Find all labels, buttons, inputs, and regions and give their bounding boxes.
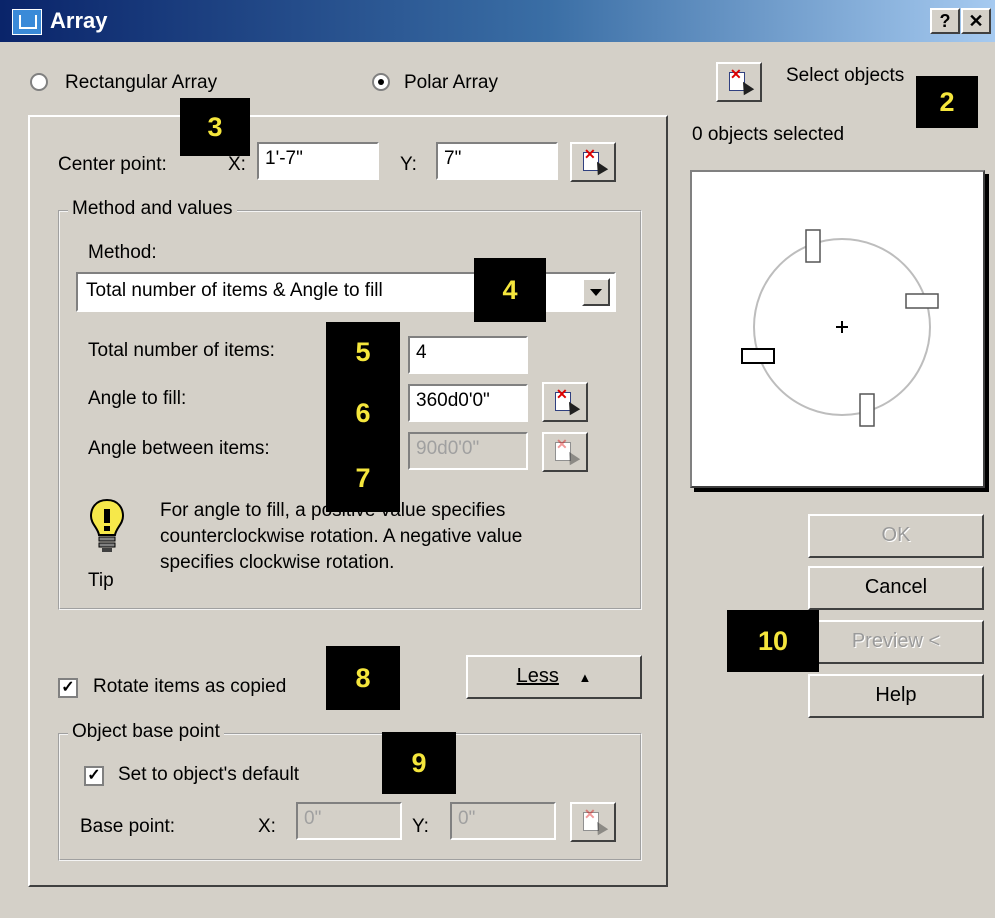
polar-array-preview-graphic [741,229,939,427]
help-button[interactable]: Help [808,674,984,718]
callout-badge-4: 4 [474,258,546,322]
pick-x-icon: ✕ [730,66,742,82]
center-y-label: Y: [400,154,417,175]
less-button[interactable]: Less ▲ [466,655,642,699]
callout-badge-8: 8 [326,646,400,710]
object-base-point-title: Object base point [68,721,224,743]
set-default-checkbox[interactable]: ✓ [84,766,104,786]
window-title: Array [50,8,108,33]
method-select-value: Total number of items & Angle to fill [86,280,383,301]
polar-array-radio[interactable] [372,73,390,91]
center-point-label: Center point: [58,154,167,175]
callout-badge-2: 2 [916,76,978,128]
base-point-label: Base point: [80,816,176,837]
tip-label: Tip [88,570,114,591]
objects-selected-count: 0 objects selected [692,124,845,145]
rectangular-array-radio[interactable] [30,73,48,91]
pick-angle-to-fill-button[interactable]: ✕ [542,382,588,422]
base-y-label: Y: [412,816,429,837]
polar-array-label[interactable]: Polar Array [404,72,498,94]
rectangular-array-label[interactable]: Rectangular Array [65,72,217,94]
close-title-button[interactable]: ✕ [961,8,991,34]
callout-badge-10: 10 [727,610,819,672]
ok-button: OK [808,514,984,558]
object-base-point-group [58,733,642,861]
angle-to-fill-input[interactable]: 360d0'0" [408,384,528,422]
callout-badge-5: 5 [326,322,400,382]
rotate-items-label[interactable]: Rotate items as copied [93,676,286,698]
tip-text-line-3: specifies clockwise rotation. [160,552,395,573]
array-app-icon [12,9,42,35]
pick-angle-between-button: ✕ [542,432,588,472]
base-x-label: X: [258,816,276,837]
callout-badge-6: 6 [326,382,400,444]
less-label: Less [516,665,559,687]
help-title-button[interactable]: ? [930,8,960,34]
angle-between-label: Angle between items: [88,438,270,459]
preview-button: Preview < [808,620,984,664]
pick-center-point-button[interactable]: ✕ [570,142,616,182]
method-label: Method: [88,242,157,263]
total-items-input[interactable]: 4 [408,336,528,374]
callout-badge-7: 7 [326,444,400,512]
pick-x-icon: ✕ [556,436,568,452]
select-objects-label: Select objects [786,65,905,86]
center-y-input[interactable]: 7" [436,142,558,180]
set-default-label[interactable]: Set to object's default [118,764,299,786]
callout-badge-9: 9 [382,732,456,794]
lightbulb-icon [89,498,125,552]
cancel-button[interactable]: Cancel [808,566,984,610]
pick-x-icon: ✕ [584,146,596,162]
center-x-input[interactable]: 1'-7" [257,142,379,180]
tip-text-line-2: counterclockwise rotation. A negative va… [160,526,523,547]
dropdown-arrow-icon[interactable] [582,278,610,306]
angle-between-input: 90d0'0" [408,432,528,470]
array-preview-pane [690,170,985,488]
base-y-input: 0" [450,802,556,840]
base-x-input: 0" [296,802,402,840]
callout-badge-3: 3 [180,98,250,156]
angle-to-fill-label: Angle to fill: [88,388,187,409]
rotate-items-checkbox[interactable]: ✓ [58,678,78,698]
up-arrow-icon: ▲ [578,670,592,685]
pick-x-icon: ✕ [584,806,596,822]
method-values-title: Method and values [68,198,237,220]
center-x-label: X: [228,154,246,175]
title-bar[interactable] [0,0,995,42]
pick-x-icon: ✕ [556,386,568,402]
pick-base-point-button: ✕ [570,802,616,842]
select-objects-button[interactable]: ✕ [716,62,762,102]
total-items-label: Total number of items: [88,340,275,361]
